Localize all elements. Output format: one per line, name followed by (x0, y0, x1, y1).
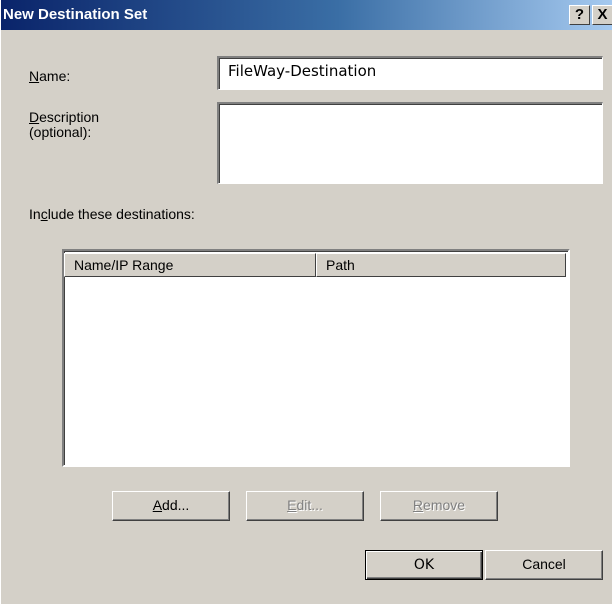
new-destination-set-dialog: New Destination Set ? X Name: FileWay-De… (0, 0, 612, 604)
remove-button[interactable]: Remove (380, 491, 498, 521)
add-button[interactable]: Add... (112, 491, 230, 521)
name-label: Name: (29, 68, 71, 84)
name-input[interactable]: FileWay-Destination (217, 56, 603, 90)
close-button[interactable]: X (592, 5, 612, 25)
column-header-path[interactable]: Path (316, 253, 566, 277)
description-label-optional: (optional): (29, 124, 92, 140)
title-bar[interactable]: New Destination Set ? X (1, 0, 612, 30)
column-header-name-ip-range[interactable]: Name/IP Range (64, 253, 316, 277)
description-input[interactable] (217, 102, 603, 184)
help-button[interactable]: ? (569, 5, 590, 25)
destinations-list[interactable]: Name/IP Range Path (62, 249, 570, 467)
description-label: Description (29, 109, 100, 125)
include-destinations-label: Include these destinations: (29, 206, 195, 222)
ok-button[interactable]: OK (365, 550, 483, 580)
dialog-title: New Destination Set (3, 6, 148, 23)
edit-button[interactable]: Edit... (246, 491, 364, 521)
cancel-button[interactable]: Cancel (485, 550, 603, 580)
close-icon: X (597, 6, 608, 23)
question-icon: ? (574, 6, 585, 23)
